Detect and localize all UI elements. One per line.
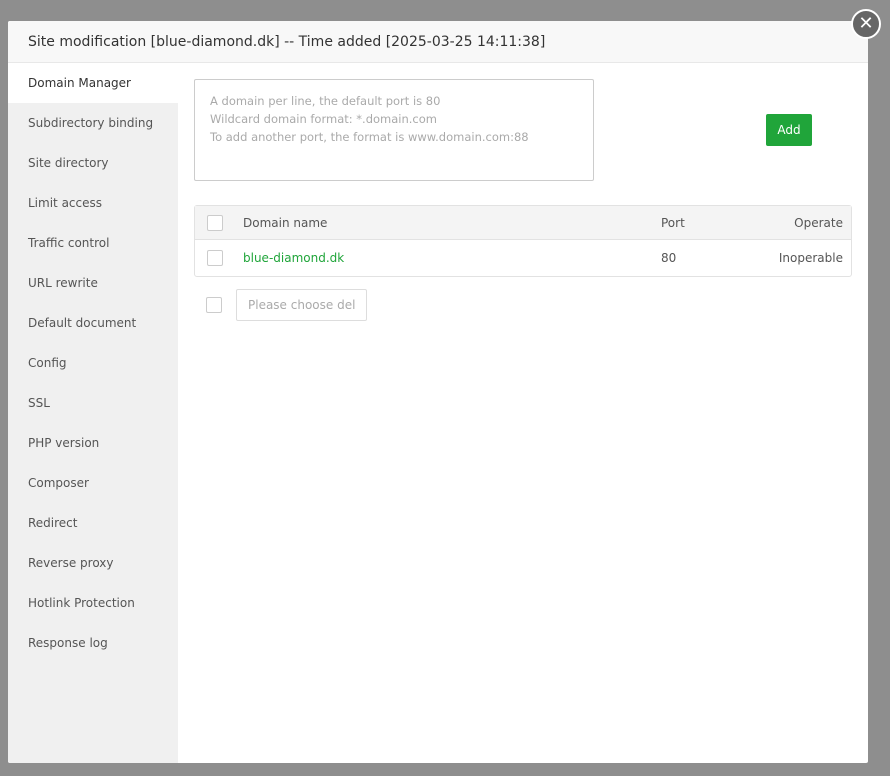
sidebar-item-composer[interactable]: Composer (8, 463, 178, 503)
sidebar: Domain Manager Subdirectory binding Site… (8, 63, 178, 763)
domain-input[interactable] (194, 79, 594, 181)
sidebar-item-response-log[interactable]: Response log (8, 623, 178, 663)
batch-select-checkbox[interactable] (206, 297, 222, 313)
batch-delete-button[interactable]: Please choose del (236, 289, 368, 321)
sidebar-item-redirect[interactable]: Redirect (8, 503, 178, 543)
sidebar-item-domain-manager[interactable]: Domain Manager (8, 63, 178, 103)
sidebar-item-config[interactable]: Config (8, 343, 178, 383)
domain-link[interactable]: blue-diamond.dk (243, 240, 661, 276)
select-all-checkbox[interactable] (207, 214, 223, 231)
domain-manager-panel: Add Domain name Port Operate blue-diamon… (194, 79, 852, 321)
sidebar-item-limit-access[interactable]: Limit access (8, 183, 178, 223)
operate-cell: Inoperable (778, 251, 843, 265)
sidebar-item-traffic-control[interactable]: Traffic control (8, 223, 178, 263)
sidebar-item-url-rewrite[interactable]: URL rewrite (8, 263, 178, 303)
batch-actions: Please choose del (206, 289, 368, 321)
col-domain-name: Domain name (243, 206, 661, 240)
col-port: Port (661, 206, 761, 240)
sidebar-item-ssl[interactable]: SSL (8, 383, 178, 423)
sidebar-item-hotlink-protection[interactable]: Hotlink Protection (8, 583, 178, 623)
port-cell: 80 (661, 251, 677, 265)
sidebar-item-reverse-proxy[interactable]: Reverse proxy (8, 543, 178, 583)
sidebar-item-default-document[interactable]: Default document (8, 303, 178, 343)
site-modification-dialog: Site modification [blue-diamond.dk] -- T… (8, 21, 868, 763)
close-icon[interactable]: ✕ (851, 9, 881, 39)
sidebar-item-site-directory[interactable]: Site directory (8, 143, 178, 183)
col-operate: Operate (761, 206, 851, 240)
dialog-title: Site modification [blue-diamond.dk] -- T… (8, 21, 868, 63)
sidebar-item-php-version[interactable]: PHP version (8, 423, 178, 463)
table-header: Domain name Port Operate (195, 206, 851, 240)
add-button[interactable]: Add (766, 114, 812, 146)
domain-table: Domain name Port Operate blue-diamond.dk… (194, 205, 852, 277)
table-row: blue-diamond.dk 80 Inoperable (195, 240, 851, 276)
row-checkbox[interactable] (207, 250, 223, 266)
sidebar-item-subdirectory-binding[interactable]: Subdirectory binding (8, 103, 178, 143)
